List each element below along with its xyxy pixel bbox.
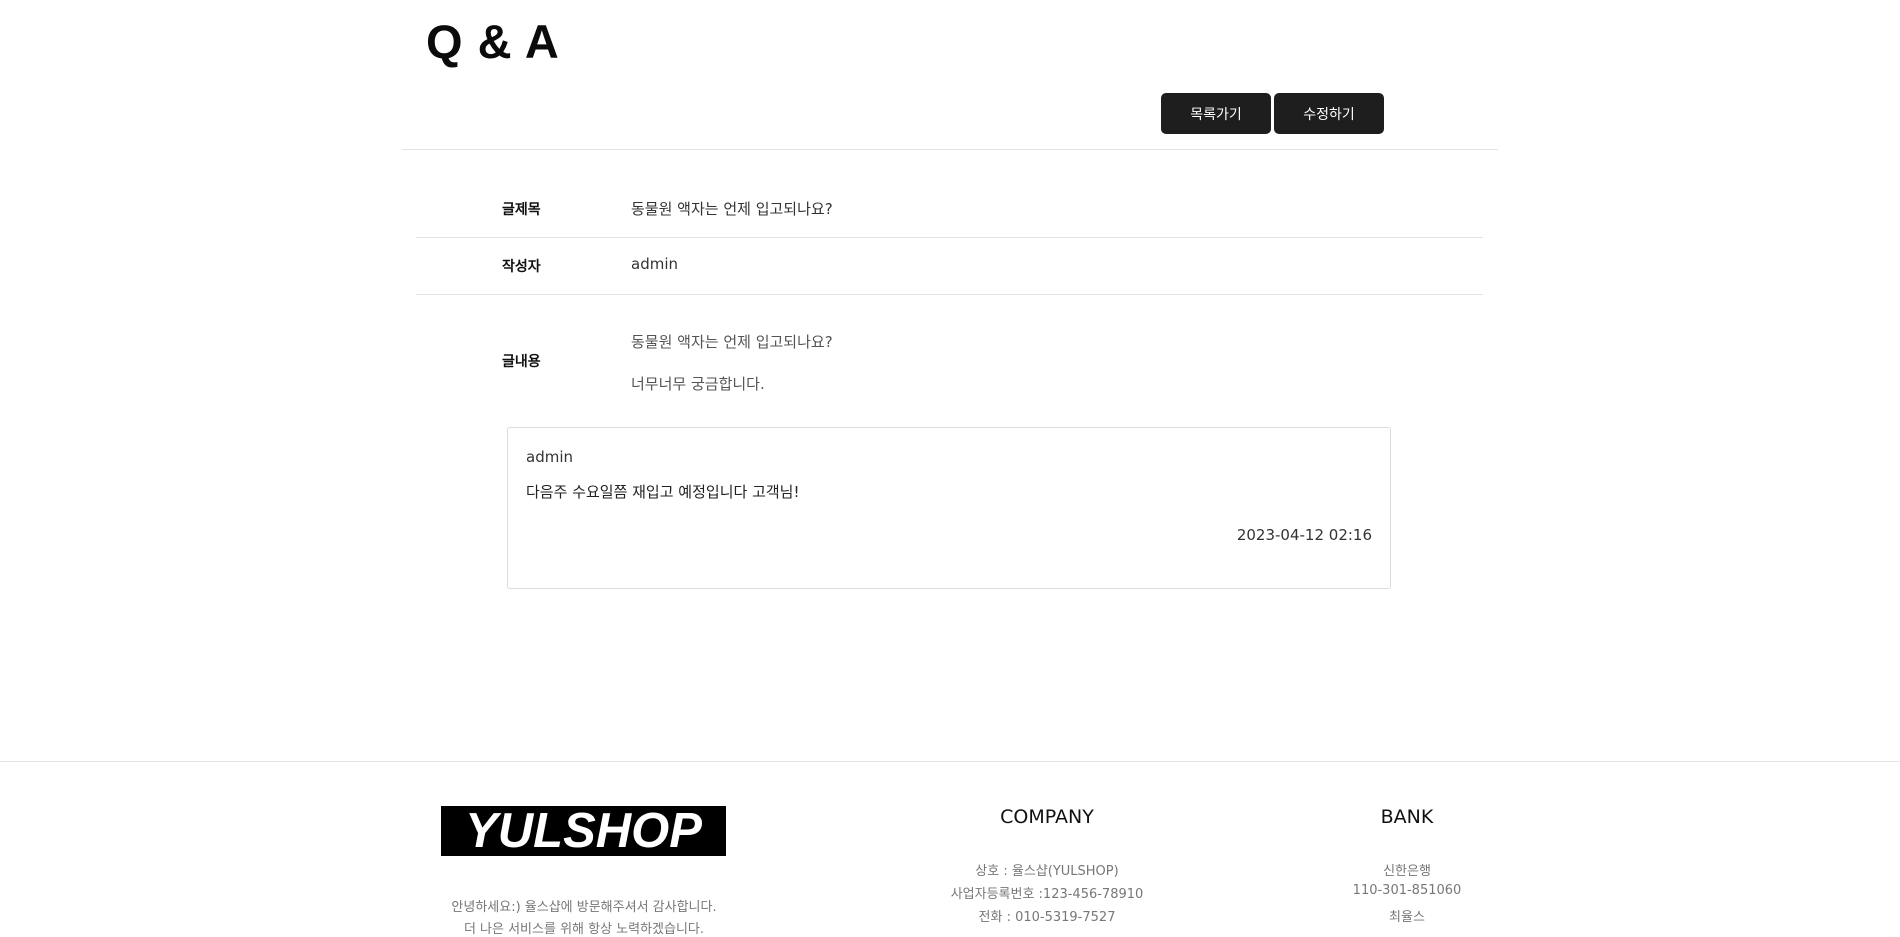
back-to-list-button[interactable]: 목록가기 [1161,93,1271,134]
comment-date: 2023-04-12 02:16 [1236,526,1372,544]
row-divider [416,294,1483,295]
post-content-label: 글내용 [502,354,541,370]
company-info-line: 전화 : 010-5319-7527 [978,910,1116,925]
company-info-line: 사업자등록번호 :123-456-78910 [950,887,1144,902]
bank-info-line: 110-301-851060 [1352,883,1462,898]
post-title-label: 글제목 [502,202,541,218]
footer-logo[interactable]: YULSHOP [441,806,726,856]
footer-intro-line: 더 나은 서비스를 위해 항상 노력하겠습니다. [463,922,705,937]
header-divider [402,149,1498,150]
bank-heading: BANK [1380,806,1434,828]
bank-info-line: 최율스 [1389,910,1425,925]
edit-button[interactable]: 수정하기 [1274,93,1384,134]
comment-card: admin 다음주 수요일쯤 재입고 예정입니다 고객님! 2023-04-12… [507,427,1391,589]
post-content-line: 너무너무 궁금합니다. [631,375,765,393]
bank-info-line: 신한은행 [1383,864,1431,879]
footer-intro-line: 안녕하세요:) 율스샵에 방문해주셔서 감사합니다. [451,900,717,915]
comment-text: 다음주 수요일쯤 재입고 예정입니다 고객님! [526,483,800,501]
post-author-value: admin [631,255,678,273]
company-heading: COMPANY [1000,806,1094,828]
post-content-line: 동물원 액자는 언제 입고되나요? [631,333,833,351]
row-divider [416,237,1483,238]
post-author-label: 작성자 [502,259,541,275]
post-title-value: 동물원 액자는 언제 입고되나요? [631,200,833,218]
company-info-line: 상호 : 율스샵(YULSHOP) [975,864,1119,879]
page-title: Q & A [426,15,560,68]
comment-author: admin [526,448,573,466]
